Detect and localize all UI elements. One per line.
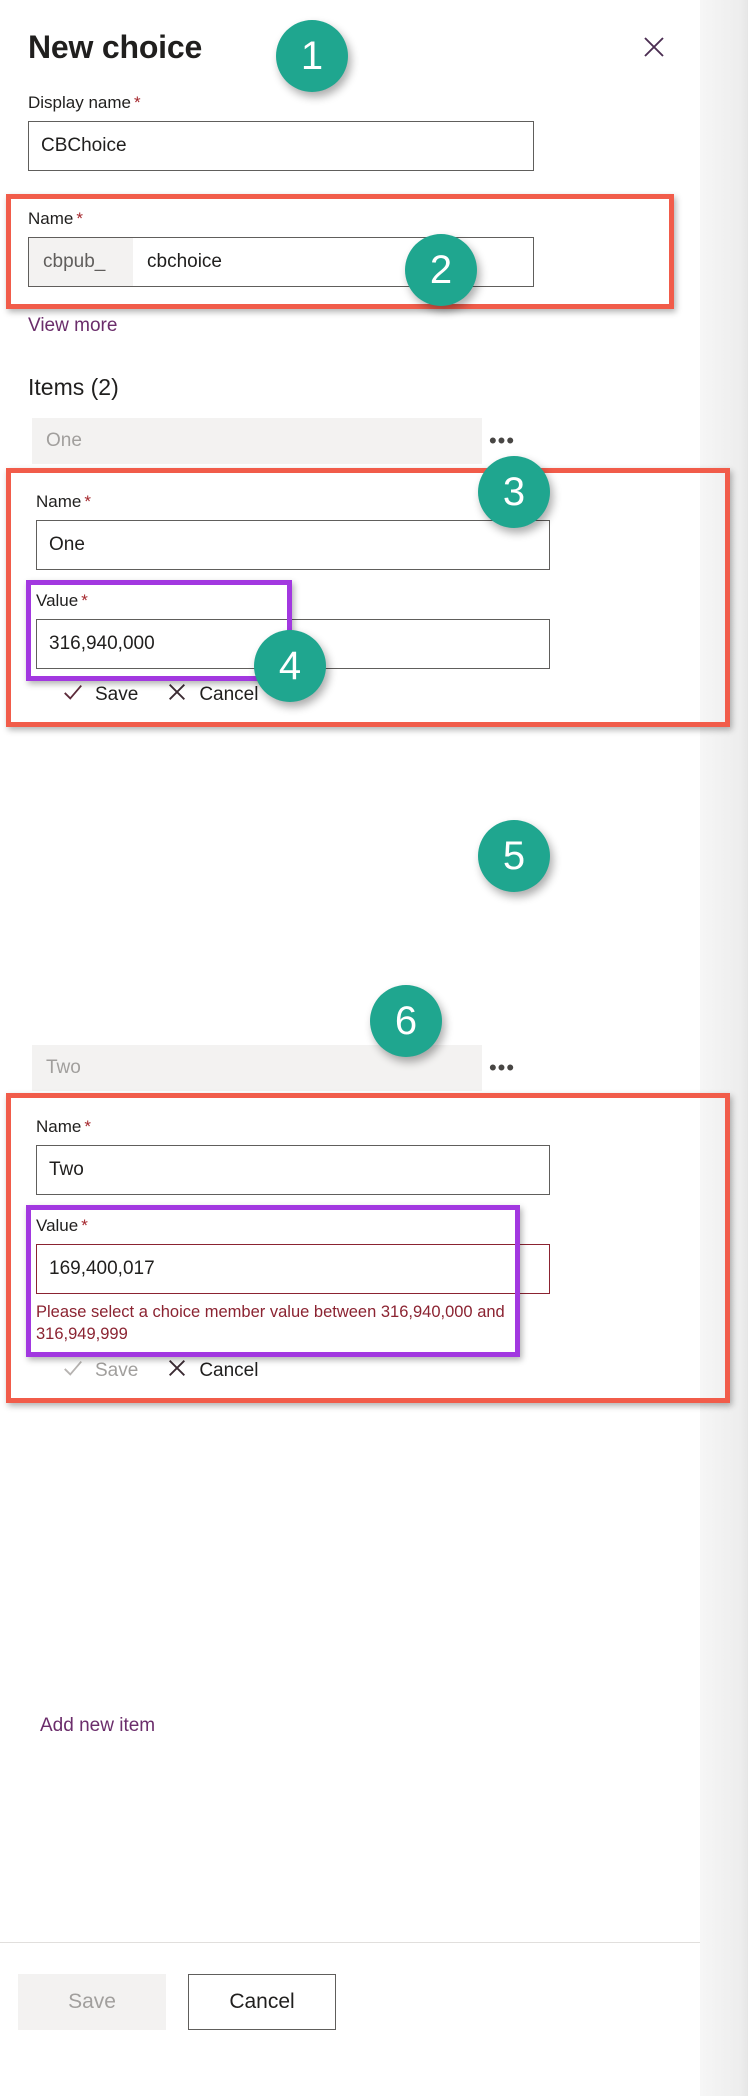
item-name-input[interactable]: One [36, 520, 550, 570]
item-save-button: Save [62, 1357, 138, 1385]
item-name-field: Name * Two [36, 1116, 550, 1195]
item-name-required-asterisk: * [84, 1117, 91, 1136]
checkmark-icon [62, 1357, 84, 1385]
item-name-label-text: Name [36, 492, 82, 511]
close-icon [166, 1357, 188, 1385]
display-name-field: Display name * CBChoice [28, 92, 534, 171]
items-heading: Items (2) [28, 374, 119, 400]
add-new-item-link[interactable]: Add new item [40, 1713, 155, 1739]
screenshot-root: New choice Display name * CBChoice Name * [0, 0, 748, 2096]
footer-actions: Save Cancel [18, 1974, 336, 2030]
annotation-badge-4-label: 4 [278, 644, 302, 688]
annotation-badge-1: 1 [276, 20, 348, 92]
close-button[interactable] [632, 27, 676, 71]
display-name-label: Display name * [28, 92, 534, 114]
name-required-asterisk: * [76, 209, 83, 228]
item-cancel-label: Cancel [199, 684, 259, 705]
more-options-icon[interactable]: ••• [482, 1045, 522, 1091]
item-value-input[interactable]: 169,400,017 [36, 1244, 550, 1294]
annotation-badge-2-label: 2 [429, 248, 453, 292]
item-value-field: Value * 169,400,017 Please select a choic… [36, 1215, 550, 1345]
item-name-value: One [49, 534, 85, 555]
item-pill-label: Two [46, 1057, 81, 1078]
item-name-field: Name * One [36, 491, 550, 570]
item-name-input[interactable]: Two [36, 1145, 550, 1195]
page-title: New choice [28, 29, 203, 65]
annotation-badge-2: 2 [405, 234, 477, 306]
item-cancel-label: Cancel [199, 1360, 259, 1381]
annotation-badge-3: 3 [478, 456, 550, 528]
item-name-required-asterisk: * [84, 492, 91, 511]
item-value-error-message: Please select a choice member value betw… [36, 1303, 505, 1343]
item-name-label-text: Name [36, 1117, 82, 1136]
view-more-link[interactable]: View more [28, 313, 117, 339]
item-save-label: Save [95, 1360, 139, 1381]
save-button: Save [18, 1974, 166, 2030]
item-name-value: Two [49, 1159, 84, 1180]
checkmark-icon [62, 681, 84, 709]
annotation-badge-6: 6 [370, 985, 442, 1057]
name-prefix: cbpub_ [29, 238, 133, 286]
annotation-badge-5-label: 5 [502, 834, 526, 878]
display-name-value: CBChoice [41, 135, 127, 156]
item-editor-card: Name * Two Value * 169,400,017 Please sele… [18, 1100, 578, 1395]
display-name-label-text: Display name [28, 93, 131, 112]
footer-divider [0, 1942, 700, 1943]
item-value-label: Value * [36, 1215, 550, 1237]
name-label: Name * [28, 208, 534, 230]
annotation-badge-1-label: 1 [300, 34, 324, 78]
item-name-label: Name * [36, 1116, 550, 1138]
annotation-badge-3-label: 3 [502, 470, 526, 514]
new-choice-panel: New choice Display name * CBChoice Name * [0, 0, 700, 2096]
annotation-badge-6-label: 6 [394, 999, 418, 1043]
item-value-label: Value * [36, 590, 550, 612]
item-value-label-text: Value [36, 591, 79, 610]
item-name-label: Name * [36, 491, 550, 513]
cancel-button[interactable]: Cancel [188, 1974, 336, 2030]
close-icon [166, 681, 188, 709]
item-cancel-button[interactable]: Cancel [166, 1357, 258, 1385]
close-icon [642, 35, 666, 64]
item-save-button[interactable]: Save [62, 681, 138, 709]
name-label-text: Name [28, 209, 74, 228]
item-value-value: 316,940,000 [49, 633, 155, 654]
item-value-required-asterisk: * [81, 1216, 88, 1235]
item-value-value: 169,400,017 [49, 1258, 155, 1279]
item-value-required-asterisk: * [81, 591, 88, 610]
item-value-label-text: Value [36, 1216, 79, 1235]
item-cancel-button[interactable]: Cancel [166, 681, 258, 709]
annotation-badge-4: 4 [254, 630, 326, 702]
list-item[interactable]: One [32, 418, 482, 464]
item-pill-label: One [46, 430, 82, 451]
display-name-input[interactable]: CBChoice [28, 121, 534, 171]
item-save-label: Save [95, 684, 139, 705]
item-command-bar: Save Cancel [36, 1357, 550, 1385]
panel-header: New choice [28, 25, 668, 77]
display-name-required-asterisk: * [134, 93, 141, 112]
annotation-badge-5: 5 [478, 820, 550, 892]
